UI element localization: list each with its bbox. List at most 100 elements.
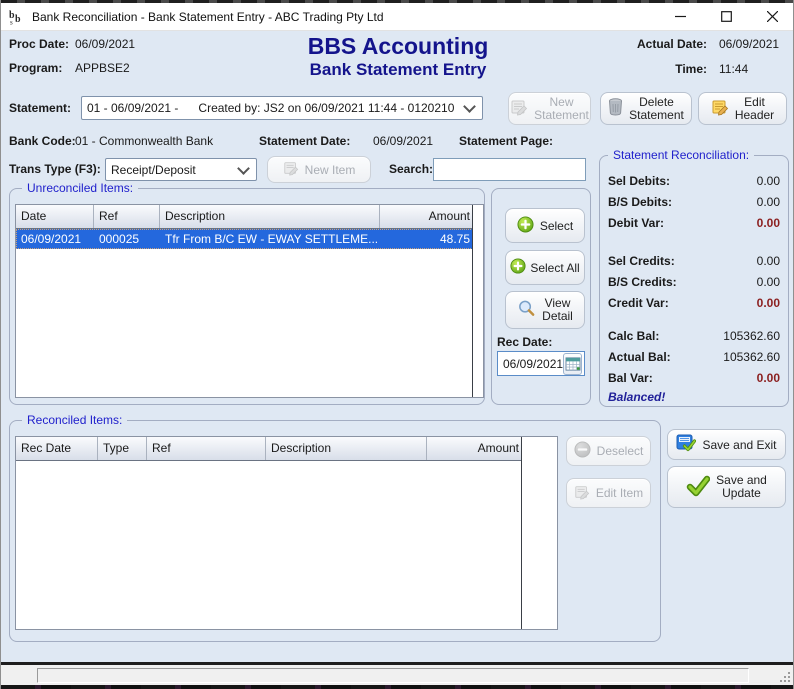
edit-header-label-1: Edit — [735, 96, 774, 109]
save-and-update-label-2: Update — [716, 487, 767, 500]
chevron-down-icon — [237, 162, 250, 175]
magnifier-icon — [517, 299, 536, 321]
save-and-exit-label: Save and Exit — [702, 438, 776, 452]
save-and-update-button[interactable]: Save and Update — [667, 466, 786, 508]
delete-statement-button[interactable]: Delete Statement — [600, 92, 692, 125]
select-label: Select — [540, 219, 573, 233]
new-item-label: New Item — [305, 163, 356, 177]
column-header-type[interactable]: Type — [98, 437, 147, 460]
edit-item-label: Edit Item — [596, 486, 643, 500]
maximize-button[interactable] — [703, 3, 749, 30]
window-title: Bank Reconciliation - Bank Statement Ent… — [32, 10, 384, 24]
svg-text:s: s — [10, 18, 13, 25]
delete-statement-label-2: Statement — [629, 109, 684, 122]
new-statement-label-1: New — [534, 96, 589, 109]
statement-combobox[interactable]: 01 - 06/09/2021 - Created by: JS2 on 06/… — [81, 96, 483, 120]
column-header-description[interactable]: Description — [266, 437, 427, 460]
actual-date-label: Actual Date: — [637, 37, 707, 51]
calendar-icon[interactable] — [563, 353, 582, 375]
unreconciled-table-header: Date Ref Description Amount — [16, 205, 483, 229]
note-edit-icon — [574, 484, 590, 503]
time-label: Time: — [675, 62, 707, 76]
close-button[interactable] — [749, 3, 794, 30]
trans-type-combobox[interactable]: Receipt/Deposit — [105, 158, 257, 181]
trash-icon — [608, 98, 623, 119]
select-all-button[interactable]: Select All — [505, 250, 585, 285]
recon-row-actual-bal: Actual Bal:105362.60 — [600, 346, 788, 367]
column-header-ref[interactable]: Ref — [94, 205, 160, 228]
column-header-description[interactable]: Description — [160, 205, 380, 228]
reconciled-table-header: Rec Date Type Ref Description Amount — [16, 437, 557, 461]
rec-date-value: 06/09/2021 — [498, 357, 563, 371]
recon-row-bal-var: Bal Var:0.00 — [600, 367, 788, 388]
statement-combobox-value: 01 - 06/09/2021 - Created by: JS2 on 06/… — [82, 101, 465, 115]
statement-date-label: Statement Date: — [259, 134, 350, 148]
select-button[interactable]: Select — [505, 208, 585, 243]
recon-row-credit-var: Credit Var:0.00 — [600, 292, 788, 313]
new-item-button[interactable]: New Item — [267, 156, 371, 183]
bank-code-label: Bank Code: — [9, 134, 76, 148]
cell-description: Tfr From B/C EW - EWAY SETTLEME... — [160, 232, 380, 246]
note-edit-icon — [510, 98, 528, 119]
edit-item-button[interactable]: Edit Item — [566, 478, 651, 508]
chevron-down-icon — [463, 100, 476, 113]
column-header-date[interactable]: Date — [16, 205, 94, 228]
unreconciled-table: Date Ref Description Amount 06/09/2021 0… — [15, 204, 484, 398]
recon-row-sel-debits: Sel Debits:0.00 — [600, 170, 788, 191]
note-edit-icon — [283, 160, 299, 179]
column-header-rec-date[interactable]: Rec Date — [16, 437, 98, 460]
recon-row-calc-bal: Calc Bal:105362.60 — [600, 325, 788, 346]
recon-row-sel-credits: Sel Credits:0.00 — [600, 250, 788, 271]
status-bar — [1, 665, 794, 685]
reconciled-group-label: Reconciled Items: — [22, 413, 127, 427]
plus-circle-icon — [510, 258, 526, 277]
select-all-label: Select All — [530, 261, 579, 275]
view-detail-label-2: Detail — [542, 310, 573, 323]
search-input[interactable] — [433, 158, 586, 181]
reconciled-table: Rec Date Type Ref Description Amount — [15, 436, 558, 630]
deselect-button[interactable]: Deselect — [566, 436, 651, 466]
statement-date-value: 06/09/2021 — [373, 134, 433, 148]
recon-row-bs-credits: B/S Credits:0.00 — [600, 271, 788, 292]
vertical-scrollbar-track — [472, 205, 483, 397]
edit-header-button[interactable]: Edit Header — [698, 92, 787, 125]
statement-label: Statement: — [9, 101, 71, 115]
column-header-amount[interactable]: Amount — [427, 437, 524, 460]
desktop-edge-artifact — [1, 685, 794, 689]
recon-row-bs-debits: B/S Debits:0.00 — [600, 191, 788, 212]
svg-text:b: b — [15, 14, 21, 25]
rec-date-label: Rec Date: — [497, 335, 552, 349]
edit-header-label-2: Header — [735, 109, 774, 122]
minus-circle-icon — [574, 441, 591, 461]
delete-statement-label-1: Delete — [629, 96, 684, 109]
titlebar[interactable]: b b s Bank Reconciliation - Bank Stateme… — [1, 3, 794, 31]
plus-circle-icon — [517, 216, 534, 236]
time-value: 11:44 — [719, 62, 748, 76]
edit-note-icon — [711, 98, 729, 119]
resize-grip[interactable] — [778, 670, 791, 686]
bank-code-value: 01 - Commonwealth Bank — [75, 134, 213, 148]
app-window: b b s Bank Reconciliation - Bank Stateme… — [0, 0, 794, 689]
search-label: Search: — [389, 162, 433, 176]
table-row[interactable]: 06/09/2021 000025 Tfr From B/C EW - EWAY… — [16, 229, 483, 249]
cell-date: 06/09/2021 — [16, 232, 94, 246]
status-panel — [37, 668, 749, 683]
actual-date-value: 06/09/2021 — [719, 37, 779, 51]
statement-reconciliation-group: Statement Reconciliation: Sel Debits:0.0… — [599, 155, 789, 407]
new-statement-label-2: Statement — [534, 109, 589, 122]
view-detail-button[interactable]: View Detail — [505, 291, 585, 329]
rec-date-field[interactable]: 06/09/2021 — [497, 351, 585, 376]
deselect-label: Deselect — [597, 444, 644, 458]
save-check-icon — [676, 433, 696, 456]
column-header-amount[interactable]: Amount — [380, 205, 475, 228]
trans-type-value: Receipt/Deposit — [106, 163, 239, 177]
statement-page-label: Statement Page: — [459, 134, 553, 148]
balanced-status: Balanced! — [600, 388, 788, 406]
cell-amount: 48.75 — [380, 232, 475, 246]
new-statement-button[interactable]: New Statement — [508, 92, 591, 125]
save-and-exit-button[interactable]: Save and Exit — [667, 429, 786, 460]
minimize-button[interactable] — [657, 3, 703, 30]
statement-reconciliation-label: Statement Reconciliation: — [608, 148, 754, 162]
column-header-ref[interactable]: Ref — [147, 437, 266, 460]
recon-row-debit-var: Debit Var:0.00 — [600, 212, 788, 233]
